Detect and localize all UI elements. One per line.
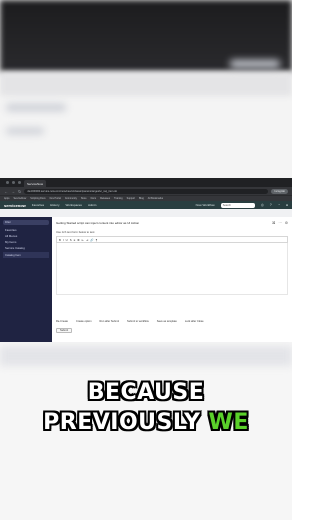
bookmark-item[interactable]: Store (81, 197, 87, 200)
navigator-sidebar: Filter Favorites All Menus My Items Serv… (0, 217, 52, 342)
blurred-text-block (6, 128, 44, 134)
bookmark-item[interactable]: Releases (100, 197, 110, 200)
global-search-input[interactable]: Search (220, 202, 255, 208)
bookmark-item[interactable]: Blog (139, 197, 144, 200)
link-button[interactable]: 🔗 (90, 238, 93, 242)
settings-icon[interactable]: ⚙ (285, 221, 288, 225)
strike-button[interactable]: S (70, 238, 72, 242)
attachment-icon[interactable]: ⌘ (272, 221, 276, 225)
screen-recording: ServiceNow ← → ↻ dev000000.service-now.c… (0, 178, 292, 342)
italic-button[interactable]: I (63, 238, 64, 242)
bookmark-item[interactable]: Dev Portal (50, 197, 61, 200)
browser-tab[interactable]: ServiceNow (24, 180, 47, 187)
align-button[interactable]: ≡ (74, 238, 76, 242)
menu-history[interactable]: History (50, 203, 59, 207)
blurred-text-block (6, 104, 66, 111)
menu-favorites[interactable]: Favorites (32, 203, 44, 207)
sidebar-item[interactable]: My Items (5, 240, 49, 244)
workspace-label[interactable]: Now Workflow (196, 203, 215, 207)
rich-text-toolbar: B I U S ≡ ≣ ⇤ ⇥ 🔗 ¶ (56, 236, 288, 243)
navigator-filter-input[interactable]: Filter (3, 220, 49, 225)
more-options-icon[interactable]: ⋯ (278, 221, 282, 225)
caption-highlight: WE (208, 410, 249, 435)
form-title: Getting Started script can inject conten… (56, 221, 140, 225)
menu-admin[interactable]: Admin (88, 203, 97, 207)
form-options-row: Re-Create Create option Run after Submit… (56, 320, 204, 323)
caption-text: PREVIOUSLY (43, 410, 209, 435)
servicenow-logo[interactable]: servicenow (4, 203, 26, 208)
blurred-backdrop-top (0, 0, 292, 178)
bookmark-item[interactable]: Apps (4, 197, 9, 200)
bookmark-item[interactable]: ServiceNow (13, 197, 26, 200)
search-placeholder: Search (222, 203, 231, 207)
option-item[interactable]: Re-Create (56, 320, 68, 323)
blurred-toolbar (0, 346, 292, 366)
bold-button[interactable]: B (59, 238, 61, 242)
app-body: Filter Favorites All Menus My Items Serv… (0, 217, 292, 342)
bookmark-item[interactable]: All Bookmarks (148, 197, 163, 200)
sidebar-item[interactable]: Favorites (5, 228, 49, 232)
reload-icon[interactable]: ↻ (18, 189, 21, 194)
forward-icon[interactable]: → (11, 189, 15, 194)
globe-icon[interactable]: ◎ (261, 203, 264, 207)
caption-line-1: BECAUSE (87, 380, 205, 405)
underline-button[interactable]: U (66, 238, 68, 242)
form-subtitle: Use rich text form below to test (56, 230, 95, 234)
browser-tabbar: ServiceNow (0, 178, 292, 187)
avatar[interactable]: ● (286, 203, 288, 207)
sidebar-item-selected[interactable]: Catalog Item (3, 252, 49, 258)
option-item[interactable]: Create option (76, 320, 92, 323)
browser-urlbar: ← → ↻ dev000000.service-now.com/now/nav/… (0, 187, 292, 195)
form-toolbar: ⌘ ⋯ ⚙ (272, 221, 288, 225)
sidebar-item[interactable]: All Menus (5, 234, 49, 238)
bookmark-item[interactable]: Support (127, 197, 135, 200)
servicenow-header: servicenow Favorites History Workspaces … (0, 201, 292, 209)
menu-workspaces[interactable]: Workspaces (65, 203, 81, 207)
option-item[interactable]: Run after Submit (100, 320, 119, 323)
form-header: Getting Started script can inject conten… (56, 220, 288, 226)
rich-text-editor[interactable] (56, 243, 288, 295)
window-zoom-dot[interactable] (18, 181, 21, 184)
profile-button[interactable]: Incognito (271, 188, 288, 194)
form-area: Getting Started script can inject conten… (52, 217, 292, 342)
option-item[interactable]: Submit to workflow (127, 320, 149, 323)
window-close-dot[interactable] (6, 181, 9, 184)
browser-tab-title: ServiceNow (27, 181, 44, 186)
address-bar[interactable]: dev000000.service-now.com/now/nav/ui/cla… (24, 188, 269, 194)
help-icon[interactable]: ? (270, 203, 272, 207)
option-item[interactable]: Save as template (157, 320, 177, 323)
sidebar-item[interactable]: Service Catalog (5, 246, 49, 250)
bookmark-item[interactable]: Docs (91, 197, 96, 200)
list-button[interactable]: ≣ (77, 238, 79, 242)
option-item[interactable]: Lock after Close (185, 320, 204, 323)
profile-label: Incognito (274, 189, 285, 193)
address-text: dev000000.service-now.com/now/nav/ui/cla… (27, 189, 118, 193)
bookmark-item[interactable]: Training (114, 197, 123, 200)
caption-line-2: PREVIOUSLY WE (0, 410, 292, 435)
paragraph-button[interactable]: ¶ (96, 238, 98, 242)
bell-icon[interactable]: ◔ (278, 203, 280, 207)
submit-button[interactable]: Submit (56, 328, 73, 333)
back-icon[interactable]: ← (4, 189, 8, 194)
outdent-button[interactable]: ⇤ (82, 238, 84, 242)
window-minimize-dot[interactable] (12, 181, 15, 184)
bookmark-item[interactable]: Scripting Docs (30, 197, 45, 200)
blurred-toolbar (0, 72, 292, 96)
indent-button[interactable]: ⇥ (86, 238, 88, 242)
blurred-text-block (230, 60, 280, 68)
submit-label: Submit (60, 329, 69, 332)
filter-placeholder: Filter (5, 221, 11, 224)
bookmark-item[interactable]: Community (65, 197, 77, 200)
